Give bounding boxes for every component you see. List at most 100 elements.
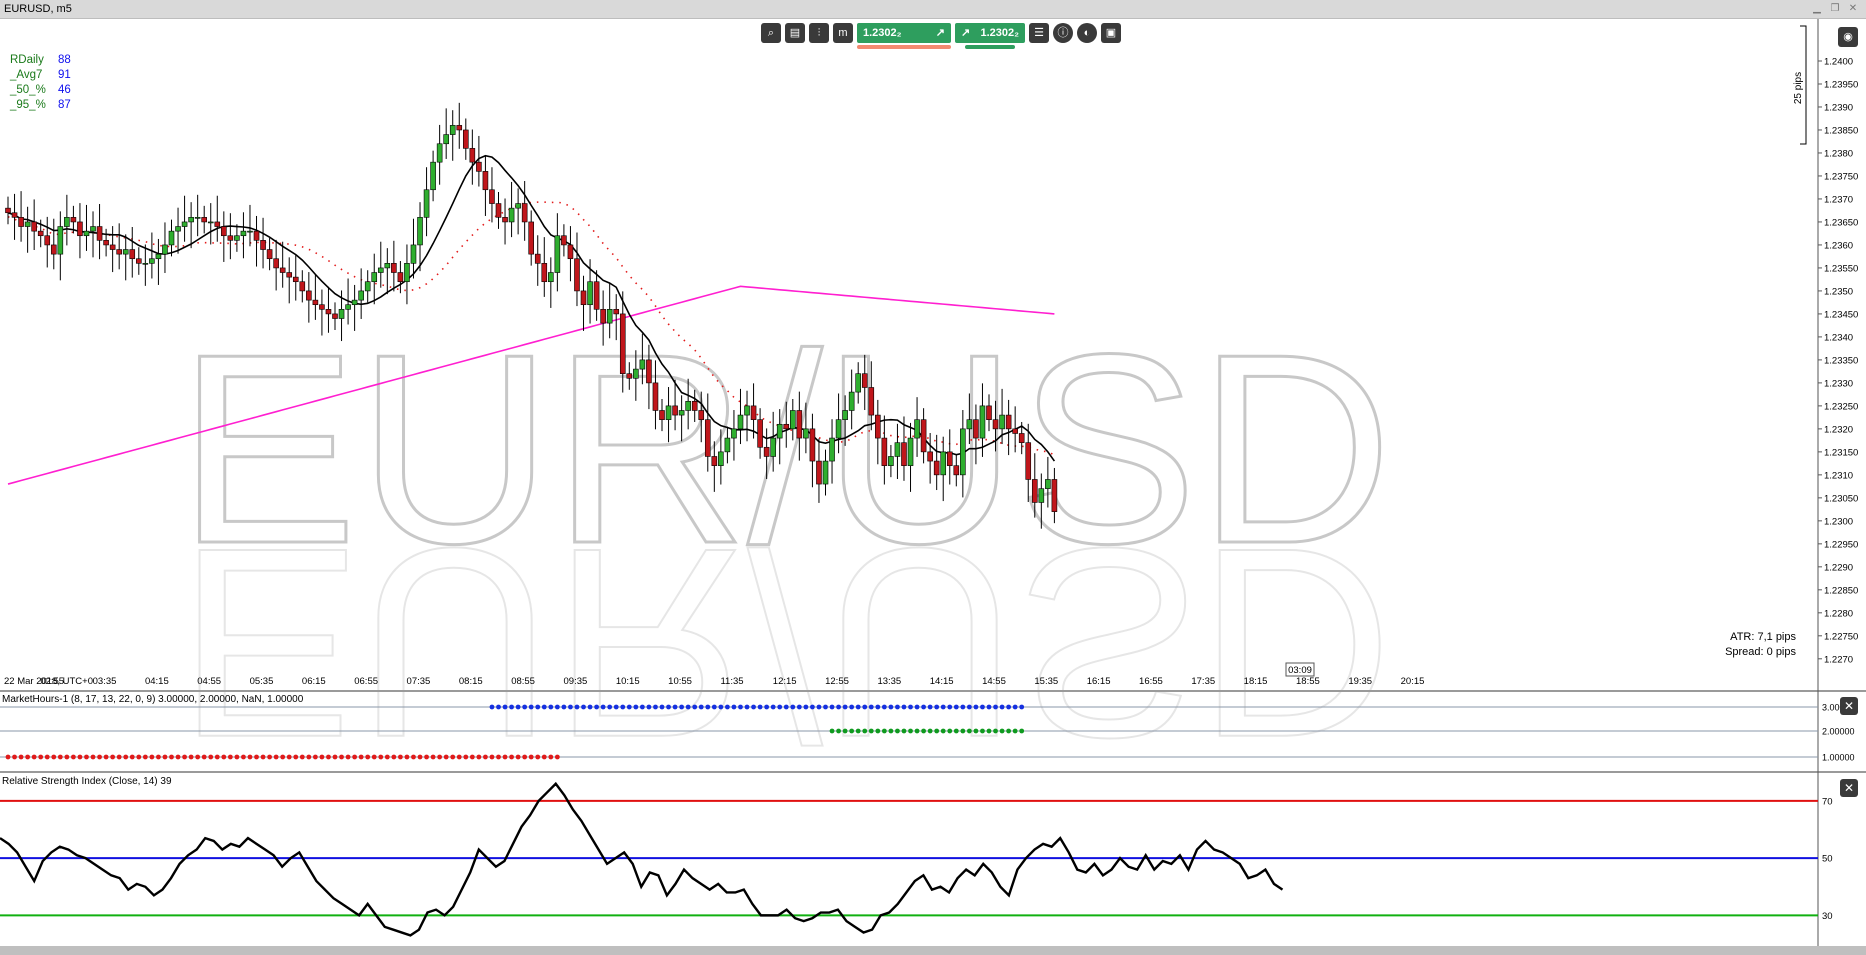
bear-candle: [521, 203, 528, 223]
mh-dot: [358, 754, 364, 760]
mh-dot: [84, 754, 89, 760]
mh-dot: [849, 728, 855, 734]
bear-candle: [109, 244, 116, 250]
mh-dot: [1019, 728, 1025, 734]
bear-candle: [757, 419, 763, 448]
mh-dot: [895, 728, 900, 734]
rsi-tick-label: 30: [1822, 911, 1833, 922]
bull-candle: [665, 405, 672, 420]
list-icon[interactable]: ☰: [1029, 23, 1049, 43]
bull-candle: [24, 221, 31, 227]
info-icon[interactable]: ⓘ: [1053, 23, 1073, 43]
x-tick-label: 04:55: [197, 676, 221, 687]
y-tick-label: 1.2380: [1824, 148, 1853, 159]
mh-dot: [182, 754, 187, 760]
mh-dot: [1019, 704, 1025, 710]
bull-candle: [155, 253, 162, 260]
bull-candle: [718, 451, 724, 466]
mh-dot: [921, 728, 926, 734]
close-rsi-icon[interactable]: ✕: [1840, 779, 1858, 797]
bear-candle: [456, 125, 463, 131]
y-tick-label: 1.23750: [1824, 171, 1858, 182]
mh-dot: [770, 704, 776, 710]
y-tick-label: 1.23050: [1824, 493, 1858, 504]
mh-dot: [914, 704, 920, 710]
bull-candle: [240, 230, 247, 237]
bull-candle: [848, 391, 855, 411]
mh-dot: [398, 754, 403, 760]
mh-dot: [136, 754, 142, 760]
bear-candle: [933, 460, 940, 476]
y-tick-label: 1.23650: [1824, 217, 1858, 228]
bear-candle: [502, 217, 508, 223]
chart-settings-icon[interactable]: ▤: [785, 23, 805, 43]
mh-dot: [940, 728, 946, 734]
theme-icon[interactable]: ◐: [1077, 23, 1097, 43]
mh-dot: [535, 704, 541, 710]
mh-dot: [980, 728, 985, 734]
pips-label: 25 pips: [1793, 72, 1804, 104]
stat-row: _95_% 87: [10, 98, 71, 113]
bear-candle: [37, 230, 44, 237]
y-tick-label: 1.2290: [1824, 562, 1853, 573]
chart-toolbar: ⌕ ▤ ⫶ m 1.2302₂ ↗ ↗ 1.2302₂ ☰ ⓘ ◐ ▣: [761, 23, 1121, 49]
close-market-hours-icon[interactable]: ✕: [1840, 697, 1858, 715]
x-tick-label: 16:15: [1087, 676, 1111, 687]
mh-dot: [352, 754, 358, 760]
bull-candle: [888, 456, 894, 466]
x-tick-label: 12:55: [825, 676, 849, 687]
sell-button[interactable]: 1.2302₂ ↗: [857, 23, 951, 43]
mh-dot: [489, 704, 495, 710]
mh-dot: [5, 754, 11, 760]
mh-dot: [554, 754, 560, 760]
bear-candle: [861, 373, 868, 388]
mh-dot: [986, 728, 992, 734]
x-tick-label: 12:15: [773, 676, 797, 687]
bull-candle: [914, 419, 920, 439]
bull-candle: [234, 235, 240, 241]
bull-candle: [724, 437, 731, 453]
bear-candle: [875, 414, 881, 439]
mh-dot: [469, 754, 475, 760]
mh-dot: [659, 704, 665, 710]
bull-candle: [64, 217, 70, 227]
bear-candle: [279, 267, 286, 273]
bull-candle: [188, 217, 194, 223]
mh-dot: [679, 704, 685, 710]
mh-dot: [908, 704, 913, 710]
mh-dot: [764, 704, 770, 710]
price-chart[interactable]: EUR/USD EUR/USD 1.24001.239501.23901.238…: [0, 0, 1866, 946]
bear-candle: [299, 281, 306, 292]
y-tick-label: 1.23550: [1824, 263, 1858, 274]
mh-dot: [267, 754, 272, 760]
mh-dot: [175, 754, 181, 760]
buy-button[interactable]: ↗ 1.2302₂: [955, 23, 1025, 43]
x-tick-label: 08:55: [511, 676, 535, 687]
mh-dot: [868, 704, 874, 710]
indicators-icon[interactable]: ⫶: [809, 23, 829, 43]
camera-icon[interactable]: ◉: [1838, 27, 1858, 47]
mh-dot: [751, 704, 756, 710]
bull-candle: [364, 281, 371, 292]
atr-value: ATR: 7,1 pips: [1730, 631, 1796, 643]
screenshot-icon[interactable]: ▣: [1101, 23, 1121, 43]
bear-candle: [986, 405, 992, 420]
market-hours-title: MarketHours-1 (8, 17, 13, 22, 0, 9) 3.00…: [2, 694, 304, 705]
bull-candle: [606, 309, 613, 324]
bear-candle: [482, 171, 489, 191]
bear-candle: [31, 221, 37, 232]
mh-dot: [260, 754, 266, 760]
mh-dot: [947, 704, 953, 710]
mh-dot: [633, 704, 639, 710]
bear-candle: [70, 217, 77, 223]
period-icon[interactable]: m: [833, 23, 853, 43]
mh-dot: [947, 728, 953, 734]
zoom-icon[interactable]: ⌕: [761, 23, 781, 43]
mh-dot: [306, 754, 312, 760]
mh-dot: [842, 704, 848, 710]
rsi-title: Relative Strength Index (Close, 14) 39: [2, 776, 172, 787]
bear-candle: [266, 249, 273, 260]
mh-dot: [522, 754, 528, 760]
mh-dot: [744, 704, 750, 710]
mh-dot: [803, 704, 809, 710]
